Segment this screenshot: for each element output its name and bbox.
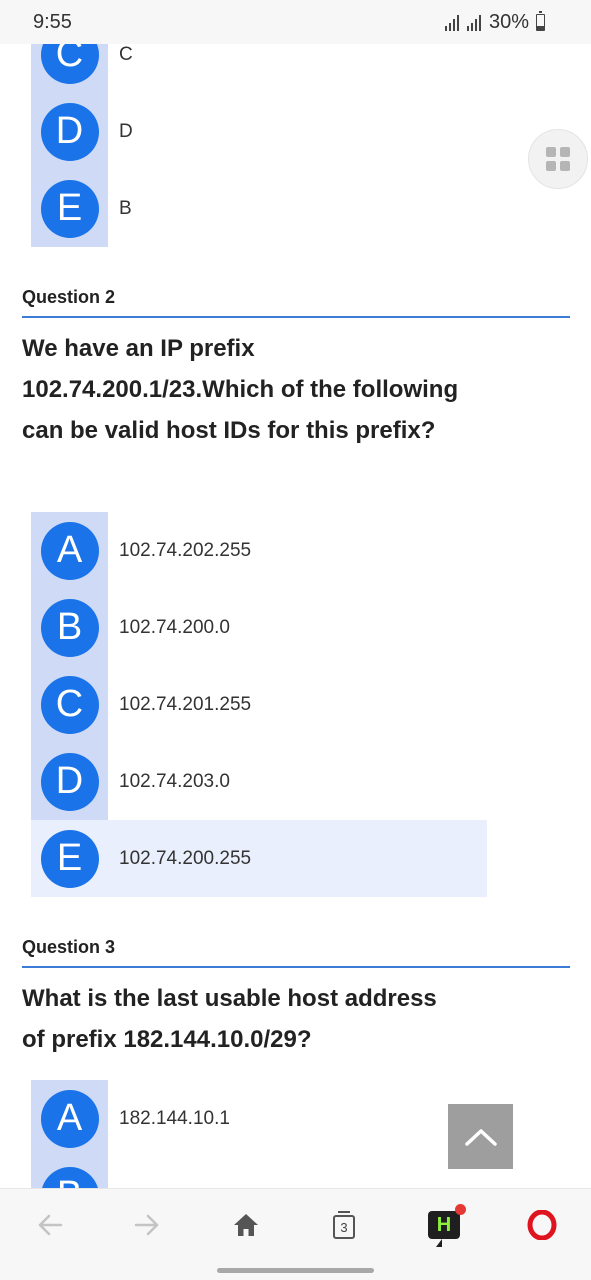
option-letter-badge: B <box>40 598 99 657</box>
back-arrow-icon <box>38 1214 63 1236</box>
option-letter-column: A <box>31 1080 108 1157</box>
question3-option-b[interactable]: B <box>31 1157 230 1188</box>
home-button[interactable] <box>226 1205 266 1245</box>
option-letter-column: E <box>31 820 108 897</box>
option-letter-column: C <box>31 666 108 743</box>
hype-chat-button[interactable]: H <box>424 1204 466 1245</box>
question3-options: A 182.144.10.1 B <box>31 1080 230 1188</box>
question2-option-a[interactable]: A 102.74.202.255 <box>31 512 487 589</box>
question2-options: A 102.74.202.255 B 102.74.200.0 C 102.74… <box>31 512 487 897</box>
option-letter-badge: C <box>40 675 99 734</box>
battery-icon <box>536 11 545 31</box>
notification-dot <box>455 1204 466 1215</box>
question2-divider <box>22 316 570 318</box>
option-text: 102.74.202.255 <box>119 539 252 561</box>
signal-icon <box>444 14 459 31</box>
option-letter-column: B <box>31 1157 108 1188</box>
question3-text: What is the last usable host address of … <box>22 985 437 1053</box>
option-text: 102.74.200.255 <box>119 847 252 869</box>
option-letter-badge: A <box>40 521 99 580</box>
hype-chat-icon: H <box>428 1204 466 1239</box>
gesture-bar <box>217 1268 374 1273</box>
option-text: C <box>119 43 133 65</box>
quiz-content: C C D D E B Question 2 We have an IP pre… <box>0 0 591 1188</box>
option-letter-badge: B <box>40 1166 99 1188</box>
forward-button[interactable] <box>127 1205 167 1245</box>
home-icon <box>234 1214 258 1236</box>
tabs-icon: 3 <box>333 1211 355 1239</box>
question1-options: C C D D E B <box>31 16 133 247</box>
question2-option-e[interactable]: E 102.74.200.255 <box>31 820 487 897</box>
question3-option-a[interactable]: A 182.144.10.1 <box>31 1080 230 1157</box>
floating-menu-button[interactable] <box>528 129 588 189</box>
option-letter-badge: A <box>40 1089 99 1148</box>
question3-label: Question 3 <box>22 937 116 957</box>
back-button[interactable] <box>30 1205 70 1245</box>
option-text: 182.144.10.1 <box>119 1107 230 1129</box>
status-indicators: 30% <box>444 11 545 34</box>
question1-option-e[interactable]: E B <box>31 170 133 247</box>
question2-option-d[interactable]: D 102.74.203.0 <box>31 743 487 820</box>
option-text: B <box>119 197 132 219</box>
option-letter-column: D <box>31 743 108 820</box>
option-letter-column: B <box>31 589 108 666</box>
option-letter-column: D <box>31 93 108 170</box>
question2-option-c[interactable]: C 102.74.201.255 <box>31 666 487 743</box>
battery-percent: 30% <box>488 11 529 33</box>
option-text: 102.74.203.0 <box>119 770 230 792</box>
question2-text: We have an IP prefix 102.74.200.1/23.Whi… <box>22 335 459 444</box>
option-letter-badge: D <box>40 752 99 811</box>
question3-divider <box>22 966 570 968</box>
option-text: 102.74.200.0 <box>119 616 230 638</box>
tab-count: 3 <box>340 1219 348 1235</box>
opera-icon <box>527 1210 557 1240</box>
browser-bottom-nav: 3 H <box>0 1188 591 1280</box>
opera-menu-button[interactable] <box>522 1205 562 1245</box>
question2-label: Question 2 <box>22 287 116 307</box>
option-text: D <box>119 120 133 142</box>
option-letter-badge: E <box>40 829 99 888</box>
scroll-to-top-button[interactable] <box>448 1104 513 1169</box>
question2-option-b[interactable]: B 102.74.200.0 <box>31 589 487 666</box>
signal-icon <box>466 14 481 31</box>
grid-menu-icon <box>546 147 570 171</box>
option-letter-column: A <box>31 512 108 589</box>
status-time: 9:55 <box>33 11 72 33</box>
tabs-button[interactable]: 3 <box>324 1205 364 1245</box>
option-letter-badge: E <box>40 179 99 238</box>
chevron-up-icon <box>464 1128 497 1146</box>
option-letter-badge: D <box>40 102 99 161</box>
option-letter-column: E <box>31 170 108 247</box>
forward-arrow-icon <box>134 1214 159 1236</box>
option-text: 102.74.201.255 <box>119 693 252 715</box>
status-bar: 9:55 30% <box>0 0 591 44</box>
question1-option-d[interactable]: D D <box>31 93 133 170</box>
